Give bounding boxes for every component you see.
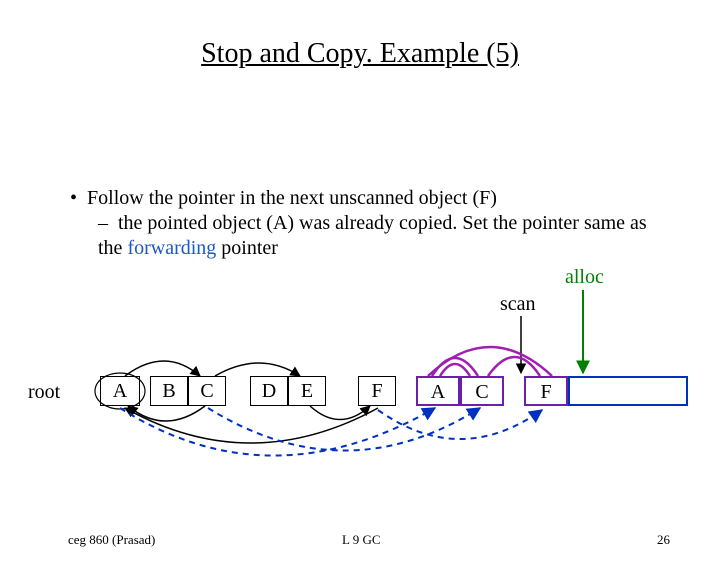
memory-cell: A [100,376,140,406]
footer-author: ceg 860 (Prasad) [68,532,155,548]
diagram-arrows [0,38,720,578]
memory-cell: F [358,376,396,406]
memory-cell: E [288,376,326,406]
alloc-label: alloc [565,266,604,289]
bullet-text: • Follow the pointer in the next unscann… [70,186,660,261]
memory-cell: B [150,376,188,406]
page-number: 26 [657,532,670,548]
bullet-sub-post: pointer [216,237,278,259]
memory-cell: A [416,376,460,406]
slide-title: Stop and Copy. Example (5) [0,38,720,70]
root-label: root [28,381,60,404]
forwarding-word: forwarding [127,237,216,259]
footer-topic: L 9 GC [342,532,381,548]
memory-cell: C [188,376,226,406]
bullet-main: Follow the pointer in the next unscanned… [87,187,497,209]
memory-cell: C [460,376,504,406]
memory-cell [568,376,688,406]
memory-cell: D [250,376,288,406]
memory-cell: F [524,376,568,406]
scan-label: scan [500,293,536,316]
